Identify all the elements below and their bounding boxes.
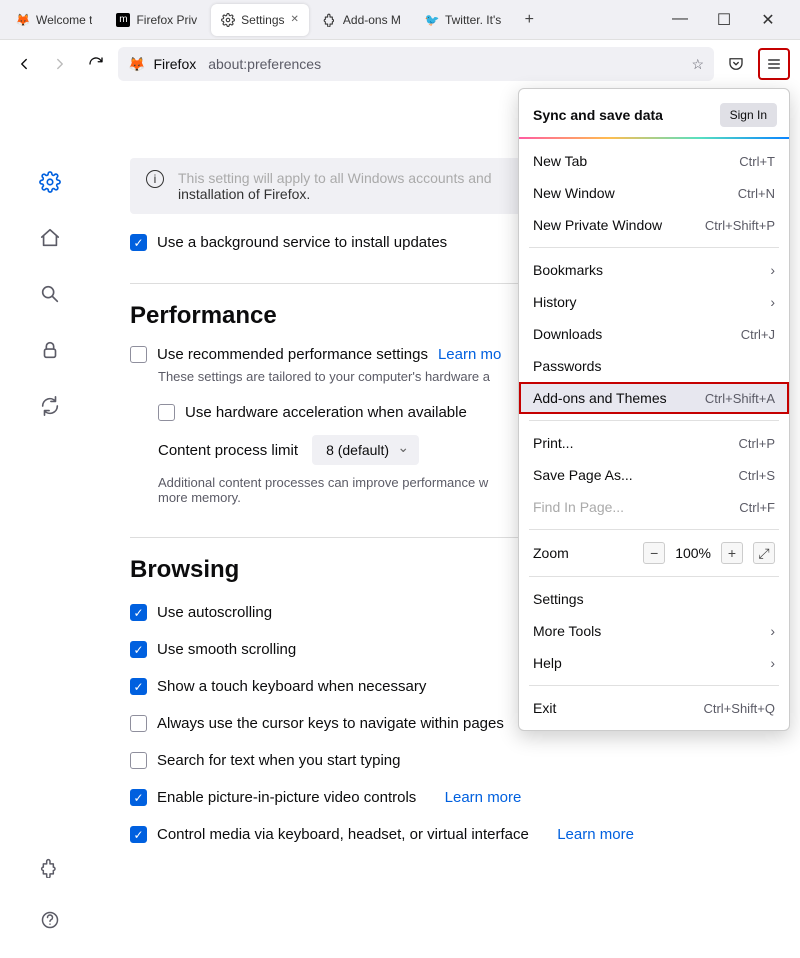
menu-addons-themes[interactable]: Add-ons and ThemesCtrl+Shift+A	[519, 382, 789, 414]
menu-bookmarks[interactable]: Bookmarks›	[519, 254, 789, 286]
search-text-row[interactable]: Search for text when you start typing	[130, 752, 770, 769]
learn-more-link[interactable]: Learn more	[445, 789, 522, 806]
tab-addons[interactable]: Add-ons M	[313, 4, 411, 36]
minimize-button[interactable]: —	[668, 10, 692, 30]
chevron-right-icon: ›	[770, 655, 775, 671]
back-button[interactable]	[10, 50, 38, 78]
checkbox-checked-icon[interactable]: ✓	[130, 641, 147, 658]
menu-divider	[529, 576, 779, 577]
sidebar-general-icon[interactable]	[36, 168, 64, 196]
menu-save-page[interactable]: Save Page As...Ctrl+S	[519, 459, 789, 491]
bg-service-label: Use a background service to install upda…	[157, 234, 447, 251]
m-icon: m	[116, 13, 130, 27]
reload-button[interactable]	[82, 50, 110, 78]
app-menu: Sync and save data Sign In New TabCtrl+T…	[518, 88, 790, 731]
learn-more-link[interactable]: Learn mo	[438, 346, 501, 363]
close-window-button[interactable]: ✕	[756, 10, 780, 30]
sidebar-home-icon[interactable]	[36, 224, 64, 252]
identity-label: Firefox	[153, 56, 196, 72]
zoom-value: 100%	[675, 545, 711, 561]
sign-in-button[interactable]: Sign In	[720, 103, 777, 127]
checkbox-icon[interactable]	[130, 715, 147, 732]
cpl-label: Content process limit	[158, 442, 298, 459]
window-controls: — ☐ ✕	[668, 10, 794, 30]
hwaccel-label: Use hardware acceleration when available	[185, 404, 467, 421]
chevron-right-icon: ›	[770, 262, 775, 278]
menu-new-window[interactable]: New WindowCtrl+N	[519, 177, 789, 209]
menu-divider	[529, 529, 779, 530]
firefox-icon: 🦊	[128, 56, 145, 73]
menu-history[interactable]: History›	[519, 286, 789, 318]
puzzle-icon	[323, 13, 337, 27]
chevron-right-icon: ›	[770, 294, 775, 310]
checkbox-checked-icon[interactable]: ✓	[130, 826, 147, 843]
checkbox-checked-icon[interactable]: ✓	[130, 234, 147, 251]
pip-row[interactable]: ✓Enable picture-in-picture video control…	[130, 789, 770, 806]
menu-divider	[529, 685, 779, 686]
sync-title: Sync and save data	[533, 107, 663, 123]
app-menu-button[interactable]	[758, 48, 790, 80]
gradient-divider	[519, 137, 789, 139]
menu-new-private-window[interactable]: New Private WindowCtrl+Shift+P	[519, 209, 789, 241]
address-bar[interactable]: 🦊 Firefox about:preferences ☆	[118, 47, 714, 81]
twitter-icon: 🐦	[425, 13, 439, 27]
checkbox-checked-icon[interactable]: ✓	[130, 604, 147, 621]
checkbox-icon[interactable]	[158, 404, 175, 421]
maximize-button[interactable]: ☐	[712, 10, 736, 30]
zoom-out-button[interactable]: −	[643, 542, 665, 564]
menu-zoom: Zoom − 100% + ⤢	[519, 536, 789, 570]
settings-sidebar	[0, 88, 100, 958]
firefox-icon: 🦊	[16, 13, 30, 27]
sidebar-search-icon[interactable]	[36, 280, 64, 308]
menu-downloads[interactable]: DownloadsCtrl+J	[519, 318, 789, 350]
sidebar-sync-icon[interactable]	[36, 392, 64, 420]
zoom-in-button[interactable]: +	[721, 542, 743, 564]
pocket-button[interactable]	[722, 50, 750, 78]
gear-icon	[221, 13, 235, 27]
nav-toolbar: 🦊 Firefox about:preferences ☆	[0, 40, 800, 88]
bookmark-star-icon[interactable]: ☆	[691, 56, 704, 73]
menu-settings[interactable]: Settings	[519, 583, 789, 615]
menu-more-tools[interactable]: More Tools›	[519, 615, 789, 647]
menu-find-in-page[interactable]: Find In Page...Ctrl+F	[519, 491, 789, 523]
recommended-perf-label: Use recommended performance settings	[157, 346, 428, 363]
close-icon[interactable]: ✕	[291, 14, 299, 25]
url-text: about:preferences	[208, 56, 321, 72]
checkbox-icon[interactable]	[130, 346, 147, 363]
info-icon: i	[146, 170, 164, 188]
menu-print[interactable]: Print...Ctrl+P	[519, 427, 789, 459]
chevron-right-icon: ›	[770, 623, 775, 639]
new-tab-button[interactable]: +	[515, 6, 543, 34]
fullscreen-button[interactable]: ⤢	[753, 542, 775, 564]
menu-passwords[interactable]: Passwords	[519, 350, 789, 382]
media-row[interactable]: ✓Control media via keyboard, headset, or…	[130, 826, 770, 843]
sidebar-extensions-icon[interactable]	[36, 854, 64, 882]
tab-settings[interactable]: Settings✕	[211, 4, 309, 36]
checkbox-icon[interactable]	[130, 752, 147, 769]
menu-divider	[529, 247, 779, 248]
menu-exit[interactable]: ExitCtrl+Shift+Q	[519, 692, 789, 724]
tab-bar: 🦊Welcome t mFirefox Priv Settings✕ Add-o…	[0, 0, 800, 40]
sync-row: Sync and save data Sign In	[519, 99, 789, 137]
cpl-dropdown[interactable]: 8 (default)	[312, 435, 419, 465]
menu-divider	[529, 420, 779, 421]
menu-help[interactable]: Help›	[519, 647, 789, 679]
learn-more-link[interactable]: Learn more	[557, 826, 634, 843]
tab-twitter[interactable]: 🐦Twitter. It's	[415, 4, 511, 36]
checkbox-checked-icon[interactable]: ✓	[130, 678, 147, 695]
sidebar-privacy-icon[interactable]	[36, 336, 64, 364]
checkbox-checked-icon[interactable]: ✓	[130, 789, 147, 806]
menu-new-tab[interactable]: New TabCtrl+T	[519, 145, 789, 177]
sidebar-help-icon[interactable]	[36, 906, 64, 934]
tab-welcome[interactable]: 🦊Welcome t	[6, 4, 102, 36]
tab-privacy[interactable]: mFirefox Priv	[106, 4, 207, 36]
forward-button[interactable]	[46, 50, 74, 78]
